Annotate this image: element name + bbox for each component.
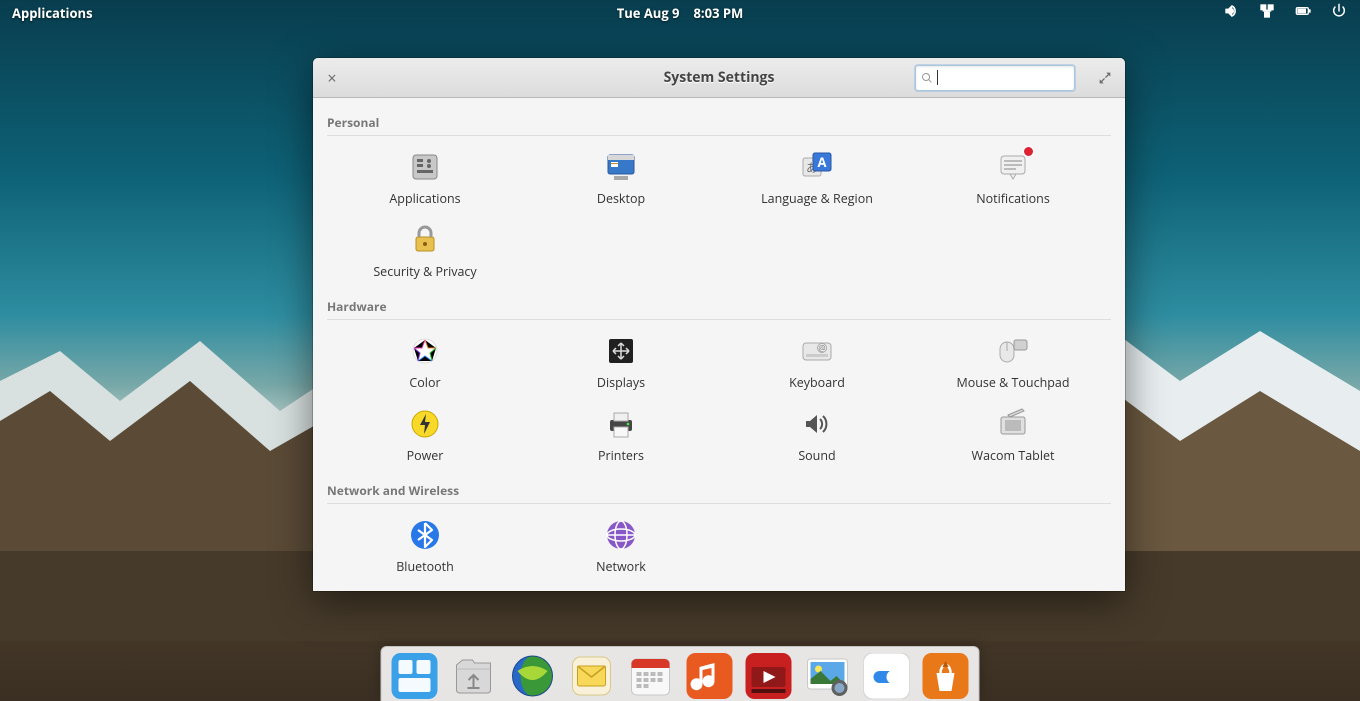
notifications-icon xyxy=(996,150,1030,184)
svg-text:@: @ xyxy=(818,343,825,354)
settings-item-language[interactable]: あA Language & Region xyxy=(719,144,915,217)
dock-photos[interactable] xyxy=(805,653,851,699)
dock-multitasking[interactable] xyxy=(392,653,438,699)
security-icon xyxy=(408,223,442,257)
notification-badge xyxy=(1023,146,1034,157)
language-icon: あA xyxy=(800,150,834,184)
settings-item-label: Mouse & Touchpad xyxy=(957,374,1070,391)
settings-item-label: Notifications xyxy=(976,190,1050,207)
wacom-icon xyxy=(996,407,1030,441)
dock-calendar[interactable] xyxy=(628,653,674,699)
section-header-personal: Personal xyxy=(327,106,1111,136)
settings-content: Personal Applications Desktop あA Language & … xyxy=(313,98,1125,591)
settings-item-applications[interactable]: Applications xyxy=(327,144,523,217)
settings-item-notifications[interactable]: Notifications xyxy=(915,144,1111,217)
close-button[interactable]: × xyxy=(323,69,341,87)
bluetooth-icon xyxy=(408,518,442,552)
section-header-admin: Administration xyxy=(327,585,1111,591)
power-icon[interactable] xyxy=(1330,3,1348,23)
dock-videos[interactable] xyxy=(746,653,792,699)
dock xyxy=(381,646,980,701)
settings-item-label: Bluetooth xyxy=(396,558,454,575)
displays-icon xyxy=(604,334,638,368)
mouse-icon xyxy=(996,334,1030,368)
window-title: System Settings xyxy=(664,68,775,87)
settings-item-power[interactable]: Power xyxy=(327,401,523,474)
system-settings-window: × System Settings Personal Applications De… xyxy=(313,58,1125,591)
power-icon xyxy=(408,407,442,441)
settings-item-desktop[interactable]: Desktop xyxy=(523,144,719,217)
settings-item-label: Power xyxy=(407,447,444,464)
settings-item-label: Security & Privacy xyxy=(373,263,476,280)
settings-item-sound[interactable]: Sound xyxy=(719,401,915,474)
settings-item-label: Wacom Tablet xyxy=(972,447,1055,464)
search-field[interactable] xyxy=(915,65,1075,91)
sound-icon xyxy=(800,407,834,441)
settings-item-label: Language & Region xyxy=(761,190,873,207)
settings-item-wacom[interactable]: Wacom Tablet xyxy=(915,401,1111,474)
dock-mail[interactable] xyxy=(569,653,615,699)
applications-icon xyxy=(408,150,442,184)
panel-date[interactable]: Tue Aug 9 xyxy=(617,4,680,22)
battery-icon[interactable] xyxy=(1294,3,1312,23)
settings-item-label: Keyboard xyxy=(789,374,845,391)
color-icon xyxy=(408,334,442,368)
settings-item-label: Displays xyxy=(597,374,645,391)
svg-text:A: A xyxy=(818,153,827,171)
printers-icon xyxy=(604,407,638,441)
settings-item-label: Network xyxy=(596,558,646,575)
dock-settings[interactable] xyxy=(864,653,910,699)
dock-browser[interactable] xyxy=(510,653,556,699)
panel-time[interactable]: 8:03 PM xyxy=(694,4,744,22)
settings-item-label: Color xyxy=(409,374,440,391)
settings-item-bluetooth[interactable]: Bluetooth xyxy=(327,512,523,585)
network-icon[interactable] xyxy=(1258,3,1276,23)
settings-item-label: Printers xyxy=(598,447,644,464)
network-icon xyxy=(604,518,638,552)
settings-item-label: Sound xyxy=(798,447,835,464)
settings-item-printers[interactable]: Printers xyxy=(523,401,719,474)
settings-item-keyboard[interactable]: @ Keyboard xyxy=(719,328,915,401)
dock-appcenter[interactable] xyxy=(923,653,969,699)
search-caret xyxy=(937,70,938,85)
section-header-hardware: Hardware xyxy=(327,290,1111,320)
settings-item-displays[interactable]: Displays xyxy=(523,328,719,401)
volume-icon[interactable] xyxy=(1222,3,1240,23)
maximize-button[interactable] xyxy=(1095,68,1115,88)
window-titlebar: × System Settings xyxy=(313,58,1125,98)
search-input[interactable] xyxy=(942,71,1069,85)
desktop-icon xyxy=(604,150,638,184)
section-header-network: Network and Wireless xyxy=(327,474,1111,504)
dock-files[interactable] xyxy=(451,653,497,699)
settings-item-label: Applications xyxy=(389,190,460,207)
top-panel: Applications Tue Aug 9 8:03 PM xyxy=(0,0,1360,26)
settings-item-label: Desktop xyxy=(597,190,645,207)
search-icon xyxy=(921,71,933,85)
applications-menu[interactable]: Applications xyxy=(12,4,93,22)
settings-item-color[interactable]: Color xyxy=(327,328,523,401)
keyboard-icon: @ xyxy=(800,334,834,368)
dock-music[interactable] xyxy=(687,653,733,699)
settings-item-security[interactable]: Security & Privacy xyxy=(327,217,523,290)
settings-item-mouse[interactable]: Mouse & Touchpad xyxy=(915,328,1111,401)
settings-item-network[interactable]: Network xyxy=(523,512,719,585)
